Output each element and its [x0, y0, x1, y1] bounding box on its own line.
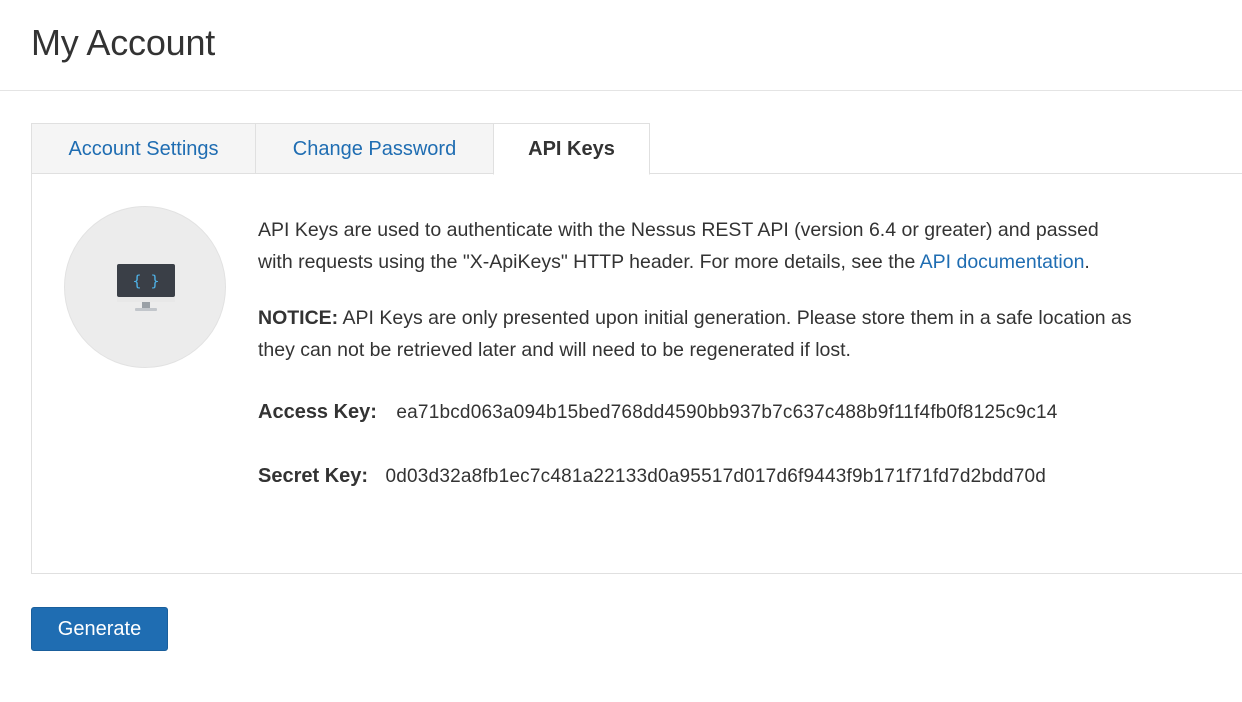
- page-title: My Account: [31, 22, 216, 63]
- notice-label: NOTICE:: [258, 307, 339, 329]
- secret-key-label: Secret Key:: [258, 465, 369, 487]
- secret-key-row: Secret Key: 0d03d32a8fb1ec7c481a22133d0a…: [258, 460, 1138, 492]
- api-keys-content: API Keys are used to authenticate with t…: [258, 214, 1138, 492]
- api-keys-panel: { } API Keys are used to authenticate wi…: [31, 173, 1242, 574]
- tab-api-keys[interactable]: API Keys: [493, 123, 650, 175]
- notice-text: API Keys are only presented upon initial…: [258, 307, 1132, 361]
- access-key-value: ea71bcd063a094b15bed768dd4590bb937b7c637…: [396, 402, 1058, 423]
- tab-change-password[interactable]: Change Password: [255, 123, 494, 174]
- page-header: My Account: [0, 0, 1242, 91]
- account-tabs: Account Settings Change Password API Key…: [31, 123, 650, 175]
- secret-key-value: 0d03d32a8fb1ec7c481a22133d0a95517d017d6f…: [385, 466, 1046, 487]
- generate-button[interactable]: Generate: [31, 607, 168, 651]
- monitor-code-icon: { }: [117, 264, 175, 311]
- code-braces-glyph: { }: [132, 272, 159, 290]
- access-key-row: Access Key: ea71bcd063a094b15bed768dd459…: [258, 396, 1138, 428]
- intro-paragraph: API Keys are used to authenticate with t…: [258, 214, 1138, 278]
- access-key-label: Access Key:: [258, 401, 377, 423]
- api-icon-badge: { }: [64, 206, 226, 368]
- intro-period: .: [1084, 251, 1090, 273]
- tab-account-settings[interactable]: Account Settings: [31, 123, 256, 174]
- notice-paragraph: NOTICE: API Keys are only presented upon…: [258, 302, 1138, 366]
- api-documentation-link[interactable]: API documentation: [920, 251, 1085, 273]
